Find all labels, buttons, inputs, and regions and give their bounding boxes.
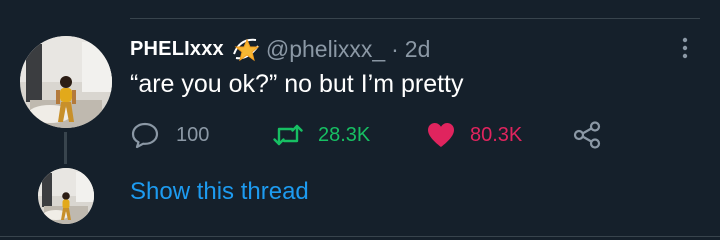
tweet-frame: PHELIxxx @phelixxx_ · 2d “are you ok?” n… — [0, 0, 720, 240]
tweet-text: “are you ok?” no but I’m pretty — [130, 70, 464, 98]
share-icon — [573, 121, 601, 149]
heart-icon — [428, 123, 454, 147]
retweet-icon — [273, 124, 303, 146]
tweet-timestamp[interactable]: 2d — [405, 36, 431, 63]
like-count: 80.3K — [470, 123, 523, 146]
header-separator: · — [391, 35, 399, 62]
dizzy-star-emoji-icon — [230, 34, 264, 64]
retweet-button[interactable]: 28.3K — [272, 118, 370, 152]
author-avatar[interactable] — [20, 36, 112, 128]
thread-author-avatar[interactable] — [38, 168, 94, 224]
previous-tweet-remnant — [92, 0, 412, 4]
reply-count: 100 — [176, 123, 210, 146]
reply-icon — [131, 122, 159, 149]
author-handle[interactable]: @phelixxx_ — [266, 36, 385, 63]
bottom-divider — [0, 236, 720, 237]
retweet-count: 28.3K — [318, 123, 371, 146]
top-divider — [130, 18, 700, 19]
author-display-name[interactable]: PHELIxxx — [130, 38, 224, 61]
share-button[interactable] — [572, 118, 602, 152]
like-button[interactable]: 80.3K — [426, 118, 522, 152]
show-thread-link[interactable]: Show this thread — [130, 178, 309, 206]
more-vertical-icon[interactable] — [676, 36, 694, 62]
thread-connector-line — [64, 132, 67, 164]
tweet-header: PHELIxxx @phelixxx_ · 2d — [130, 34, 430, 64]
reply-button[interactable]: 100 — [130, 118, 209, 152]
